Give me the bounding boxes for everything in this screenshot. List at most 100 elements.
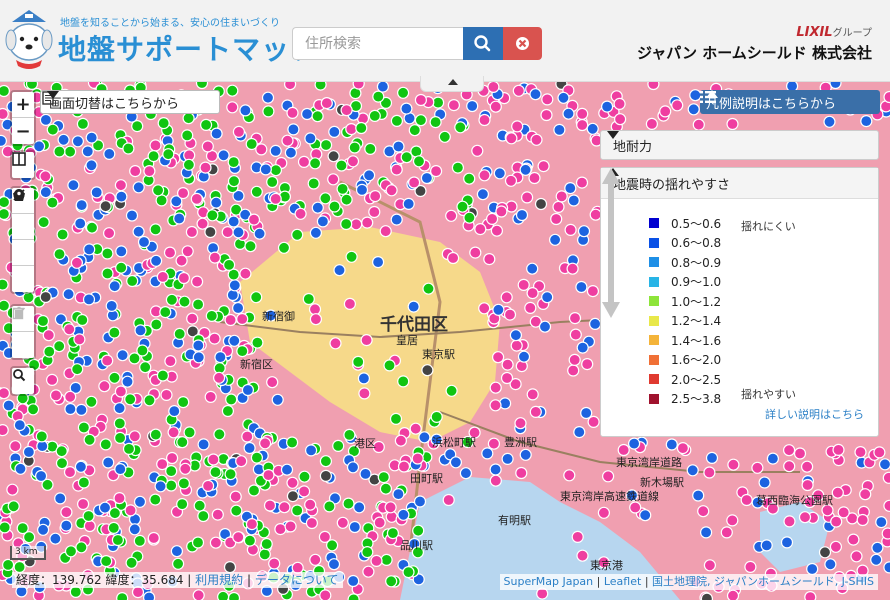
site-marker[interactable]: [0, 134, 7, 147]
site-marker[interactable]: [534, 197, 548, 211]
site-marker[interactable]: [85, 131, 98, 144]
site-marker[interactable]: [529, 88, 542, 101]
site-marker[interactable]: [305, 444, 318, 457]
site-marker[interactable]: [55, 457, 69, 470]
site-marker[interactable]: [564, 181, 577, 195]
site-marker[interactable]: [287, 123, 300, 136]
search-button[interactable]: [463, 27, 503, 60]
site-marker[interactable]: [302, 292, 315, 306]
site-marker[interactable]: [308, 303, 322, 316]
site-marker[interactable]: [575, 280, 588, 294]
site-marker[interactable]: [515, 208, 529, 222]
site-marker[interactable]: [75, 541, 88, 554]
site-marker[interactable]: [801, 478, 814, 492]
site-marker[interactable]: [804, 591, 817, 600]
site-marker[interactable]: [319, 192, 332, 205]
site-marker[interactable]: [447, 99, 460, 112]
site-marker[interactable]: [489, 463, 502, 476]
site-marker[interactable]: [284, 146, 297, 159]
site-marker[interactable]: [400, 102, 413, 115]
site-marker[interactable]: [481, 447, 494, 460]
site-marker[interactable]: [692, 489, 705, 502]
site-marker[interactable]: [149, 139, 162, 152]
site-marker[interactable]: [298, 485, 311, 498]
site-marker[interactable]: [526, 388, 539, 401]
site-marker[interactable]: [474, 223, 487, 236]
site-marker[interactable]: [671, 99, 684, 112]
site-marker[interactable]: [727, 458, 740, 471]
site-marker[interactable]: [82, 293, 96, 306]
site-marker[interactable]: [221, 404, 234, 418]
site-marker[interactable]: [173, 212, 186, 225]
site-marker[interactable]: [232, 125, 245, 139]
site-marker[interactable]: [284, 520, 297, 533]
site-marker[interactable]: [409, 422, 422, 435]
site-marker[interactable]: [580, 406, 593, 420]
site-marker[interactable]: [210, 196, 223, 209]
site-marker[interactable]: [114, 179, 128, 192]
site-marker[interactable]: [0, 84, 10, 98]
site-marker[interactable]: [113, 492, 126, 505]
site-marker[interactable]: [301, 107, 314, 121]
site-marker[interactable]: [107, 521, 120, 534]
site-marker[interactable]: [45, 373, 59, 386]
site-marker[interactable]: [319, 455, 332, 468]
site-marker[interactable]: [261, 91, 275, 104]
site-marker[interactable]: [0, 278, 9, 291]
site-marker[interactable]: [883, 561, 890, 574]
site-marker[interactable]: [232, 531, 245, 544]
site-marker[interactable]: [345, 122, 358, 136]
site-marker[interactable]: [13, 560, 26, 574]
site-marker[interactable]: [402, 197, 415, 211]
ground-strength-panel[interactable]: 地耐力: [600, 130, 879, 160]
site-marker[interactable]: [566, 262, 579, 275]
site-marker[interactable]: [613, 97, 626, 110]
site-marker[interactable]: [413, 495, 427, 508]
site-marker[interactable]: [177, 186, 190, 200]
site-marker[interactable]: [720, 526, 733, 539]
site-marker[interactable]: [54, 492, 67, 505]
site-marker[interactable]: [373, 516, 386, 529]
site-marker[interactable]: [463, 172, 476, 185]
site-marker[interactable]: [703, 466, 716, 479]
site-marker[interactable]: [176, 436, 189, 449]
site-marker[interactable]: [99, 200, 112, 213]
site-marker[interactable]: [209, 466, 222, 479]
site-marker[interactable]: [850, 550, 863, 563]
site-marker[interactable]: [350, 218, 363, 231]
site-marker[interactable]: [26, 403, 40, 416]
site-marker[interactable]: [476, 188, 489, 201]
site-marker[interactable]: [309, 157, 322, 170]
site-marker[interactable]: [430, 164, 443, 178]
site-marker[interactable]: [726, 514, 739, 527]
site-marker[interactable]: [818, 546, 832, 559]
site-marker[interactable]: [173, 327, 186, 340]
site-marker[interactable]: [550, 212, 563, 226]
site-marker[interactable]: [147, 531, 160, 545]
site-marker[interactable]: [63, 323, 76, 336]
site-marker[interactable]: [247, 213, 261, 226]
site-marker[interactable]: [530, 133, 543, 146]
site-marker[interactable]: [509, 329, 523, 342]
site-marker[interactable]: [9, 440, 22, 453]
site-marker[interactable]: [528, 171, 541, 185]
site-marker[interactable]: [241, 383, 254, 397]
site-marker[interactable]: [204, 225, 217, 239]
site-marker[interactable]: [394, 434, 407, 447]
site-marker[interactable]: [703, 559, 717, 572]
site-marker[interactable]: [478, 113, 491, 127]
site-marker[interactable]: [659, 105, 672, 118]
site-marker[interactable]: [286, 436, 299, 449]
site-marker[interactable]: [385, 184, 398, 197]
site-marker[interactable]: [478, 302, 491, 315]
site-marker[interactable]: [205, 309, 218, 322]
site-marker[interactable]: [333, 264, 346, 277]
site-marker[interactable]: [102, 227, 116, 240]
site-marker[interactable]: [177, 396, 190, 409]
site-marker[interactable]: [131, 586, 145, 599]
site-marker[interactable]: [286, 490, 299, 503]
site-marker[interactable]: [327, 173, 340, 186]
site-marker[interactable]: [372, 256, 385, 269]
site-marker[interactable]: [192, 339, 205, 352]
site-marker[interactable]: [837, 506, 850, 519]
